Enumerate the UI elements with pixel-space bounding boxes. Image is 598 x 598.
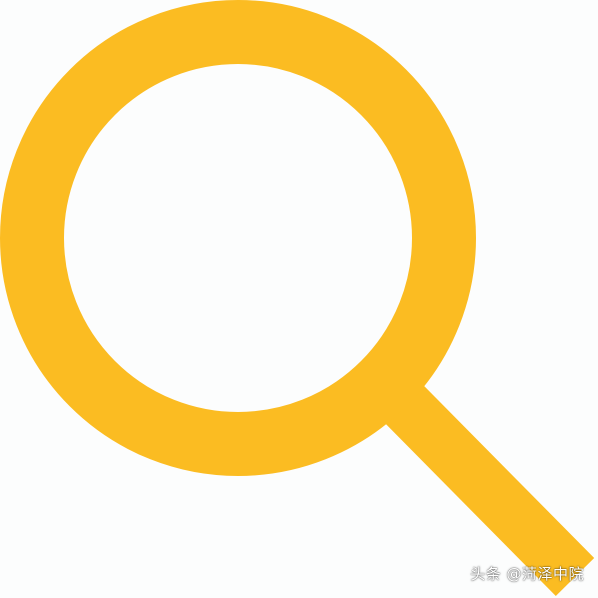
- search-icon: [0, 0, 595, 596]
- image-canvas: 头条 @菏泽中院: [0, 0, 598, 598]
- magnifier-handle: [380, 381, 595, 596]
- watermark: 头条 @菏泽中院: [470, 565, 584, 583]
- magnifier-lens-ring: [0, 0, 476, 476]
